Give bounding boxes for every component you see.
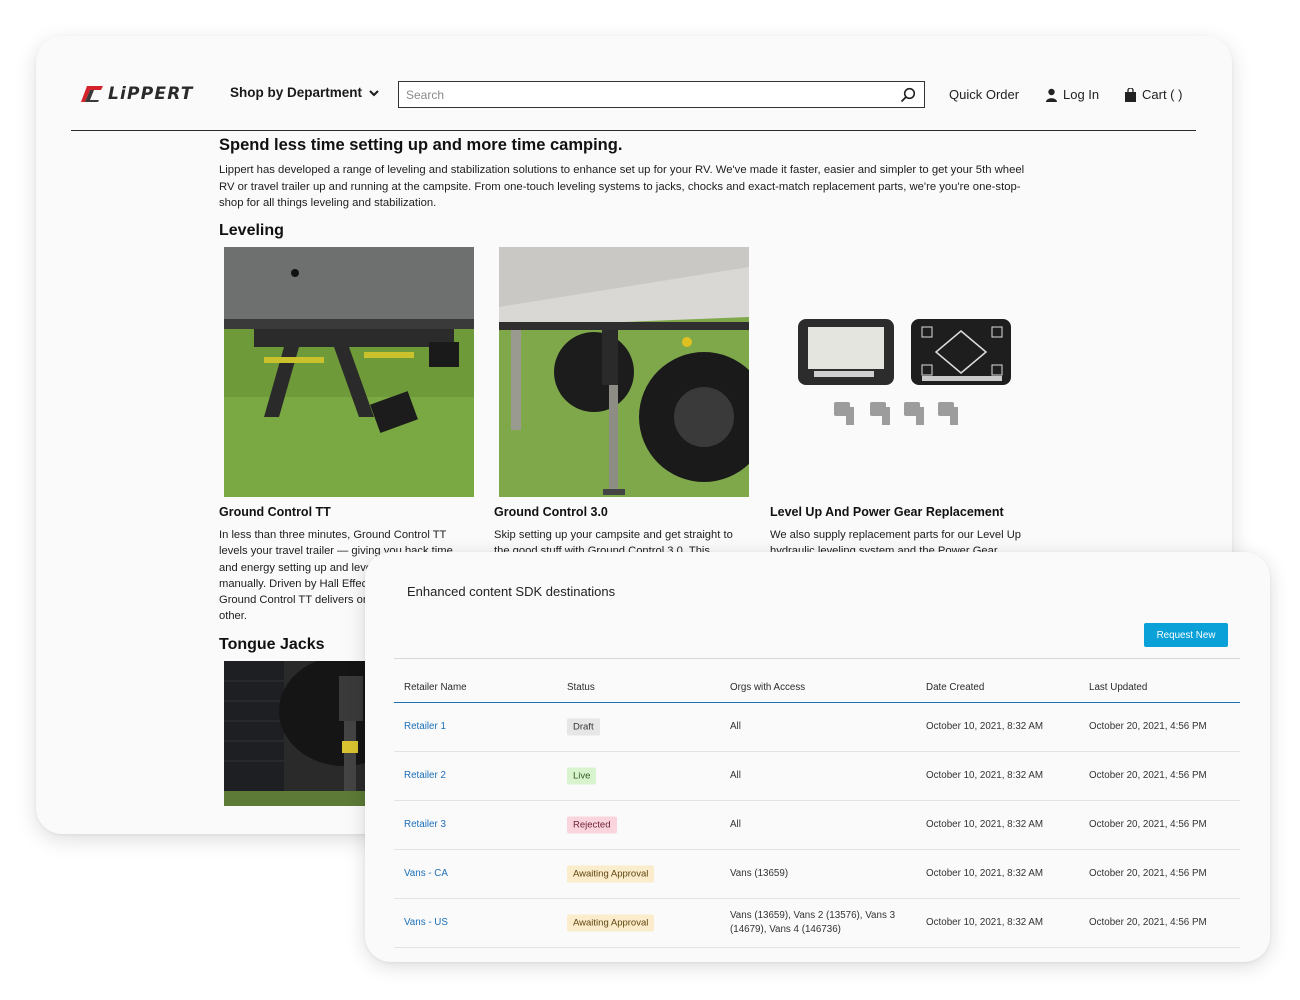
status-cell: Live (567, 767, 597, 785)
ground-control-tt-image[interactable] (224, 247, 474, 497)
product-title-ground-control-3[interactable]: Ground Control 3.0 (494, 505, 608, 519)
retailer-name-link[interactable]: Vans - CA (404, 867, 448, 881)
product-title-level-up[interactable]: Level Up And Power Gear Replacement (770, 505, 1004, 519)
column-header-orgs[interactable]: Orgs with Access (730, 681, 910, 695)
column-header-last-updated[interactable]: Last Updated (1089, 681, 1147, 695)
table-row[interactable]: Retailer 1 Draft All October 10, 2021, 8:32… (394, 703, 1240, 752)
user-icon (1046, 88, 1057, 102)
panel-title: Enhanced content SDK destinations (407, 584, 616, 599)
divider (394, 658, 1240, 659)
ground-control-3-image[interactable] (499, 247, 749, 497)
column-header-status[interactable]: Status (567, 681, 595, 695)
last-updated: October 20, 2021, 4:56 PM (1089, 917, 1207, 928)
lippert-logo[interactable]: LiPPERT (81, 84, 194, 104)
product-title-ground-control-tt[interactable]: Ground Control TT (219, 505, 331, 519)
intro-paragraph: Lippert has developed a range of levelin… (219, 164, 1025, 209)
retailer-name-link[interactable]: Retailer 1 (404, 720, 446, 734)
destinations-table: Retailer Name Status Orgs with Access Da… (394, 670, 1240, 948)
tongue-jacks-heading: Tongue Jacks (219, 636, 325, 653)
status-badge: Draft (567, 718, 600, 736)
leveling-heading: Leveling (219, 222, 284, 239)
date-created: October 10, 2021, 8:32 AM (926, 868, 1044, 879)
search-icon[interactable] (900, 87, 916, 103)
status-cell: Draft (567, 718, 600, 736)
chevron-down-icon (369, 89, 379, 96)
shopping-bag-icon (1125, 87, 1136, 102)
date-created: October 10, 2021, 8:32 AM (926, 770, 1044, 781)
table-row[interactable]: Vans - US Awaiting Approval Vans (13659), … (394, 899, 1240, 948)
logo-text: LiPPERT (108, 84, 194, 104)
search-box (398, 81, 925, 108)
status-cell: Rejected (567, 816, 617, 834)
lippert-logo-mark-icon (81, 86, 103, 102)
table-row[interactable]: Retailer 2 Live All October 10, 2021, 8:32 … (394, 752, 1240, 801)
orgs-with-access: Vans (13659) (730, 868, 789, 879)
status-cell: Awaiting Approval (567, 865, 655, 883)
page-heading: Spend less time setting up and more time… (219, 136, 623, 154)
log-in-link[interactable]: Log In (1045, 87, 1099, 102)
retailer-name-link[interactable]: Retailer 3 (404, 818, 446, 832)
date-created: October 10, 2021, 8:32 AM (926, 819, 1044, 830)
last-updated: October 20, 2021, 4:56 PM (1089, 868, 1207, 879)
column-header-retailer-name[interactable]: Retailer Name (404, 681, 467, 695)
quick-order-link[interactable]: Quick Order (949, 87, 1019, 102)
status-badge: Awaiting Approval (567, 914, 655, 932)
orgs-with-access: All (730, 721, 741, 732)
cart-link[interactable]: Cart ( ) (1124, 87, 1182, 102)
shop-by-department-menu[interactable]: Shop by Department (230, 85, 379, 100)
retailer-name-link[interactable]: Vans - US (404, 916, 448, 930)
table-row[interactable]: Vans - CA Awaiting Approval Vans (13659) Oc… (394, 850, 1240, 899)
date-created: October 10, 2021, 8:32 AM (926, 721, 1044, 732)
search-input[interactable] (399, 82, 889, 107)
date-created: October 10, 2021, 8:32 AM (926, 917, 1044, 928)
table-body: Retailer 1 Draft All October 10, 2021, 8:32… (394, 703, 1240, 948)
column-header-date-created[interactable]: Date Created (926, 681, 984, 695)
last-updated: October 20, 2021, 4:56 PM (1089, 770, 1207, 781)
last-updated: October 20, 2021, 4:56 PM (1089, 819, 1207, 830)
department-label: Shop by Department (230, 85, 363, 100)
table-row[interactable]: Retailer 3 Rejected All October 10, 2021, 8… (394, 801, 1240, 850)
orgs-with-access: All (730, 819, 741, 830)
status-cell: Awaiting Approval (567, 914, 655, 932)
orgs-with-access: All (730, 770, 741, 781)
status-badge: Awaiting Approval (567, 865, 655, 883)
status-badge: Live (567, 767, 597, 785)
site-header: LiPPERT Shop by Department Quick Order L… (71, 36, 1196, 131)
last-updated: October 20, 2021, 4:56 PM (1089, 721, 1207, 732)
request-new-button[interactable]: Request New (1144, 623, 1228, 647)
orgs-with-access: Vans (13659), Vans 2 (13576), Vans 3 (14… (730, 910, 896, 935)
cart-label: Cart ( ) (1142, 87, 1183, 102)
table-header-row: Retailer Name Status Orgs with Access Da… (394, 670, 1240, 703)
status-badge: Rejected (567, 816, 617, 834)
level-up-replacement-image[interactable] (774, 247, 1024, 497)
retailer-name-link[interactable]: Retailer 2 (404, 769, 446, 783)
log-in-label: Log In (1063, 87, 1100, 102)
site-content: Spend less time setting up and more time… (219, 136, 1049, 212)
sdk-destinations-panel: Enhanced content SDK destinations Reques… (365, 552, 1270, 962)
